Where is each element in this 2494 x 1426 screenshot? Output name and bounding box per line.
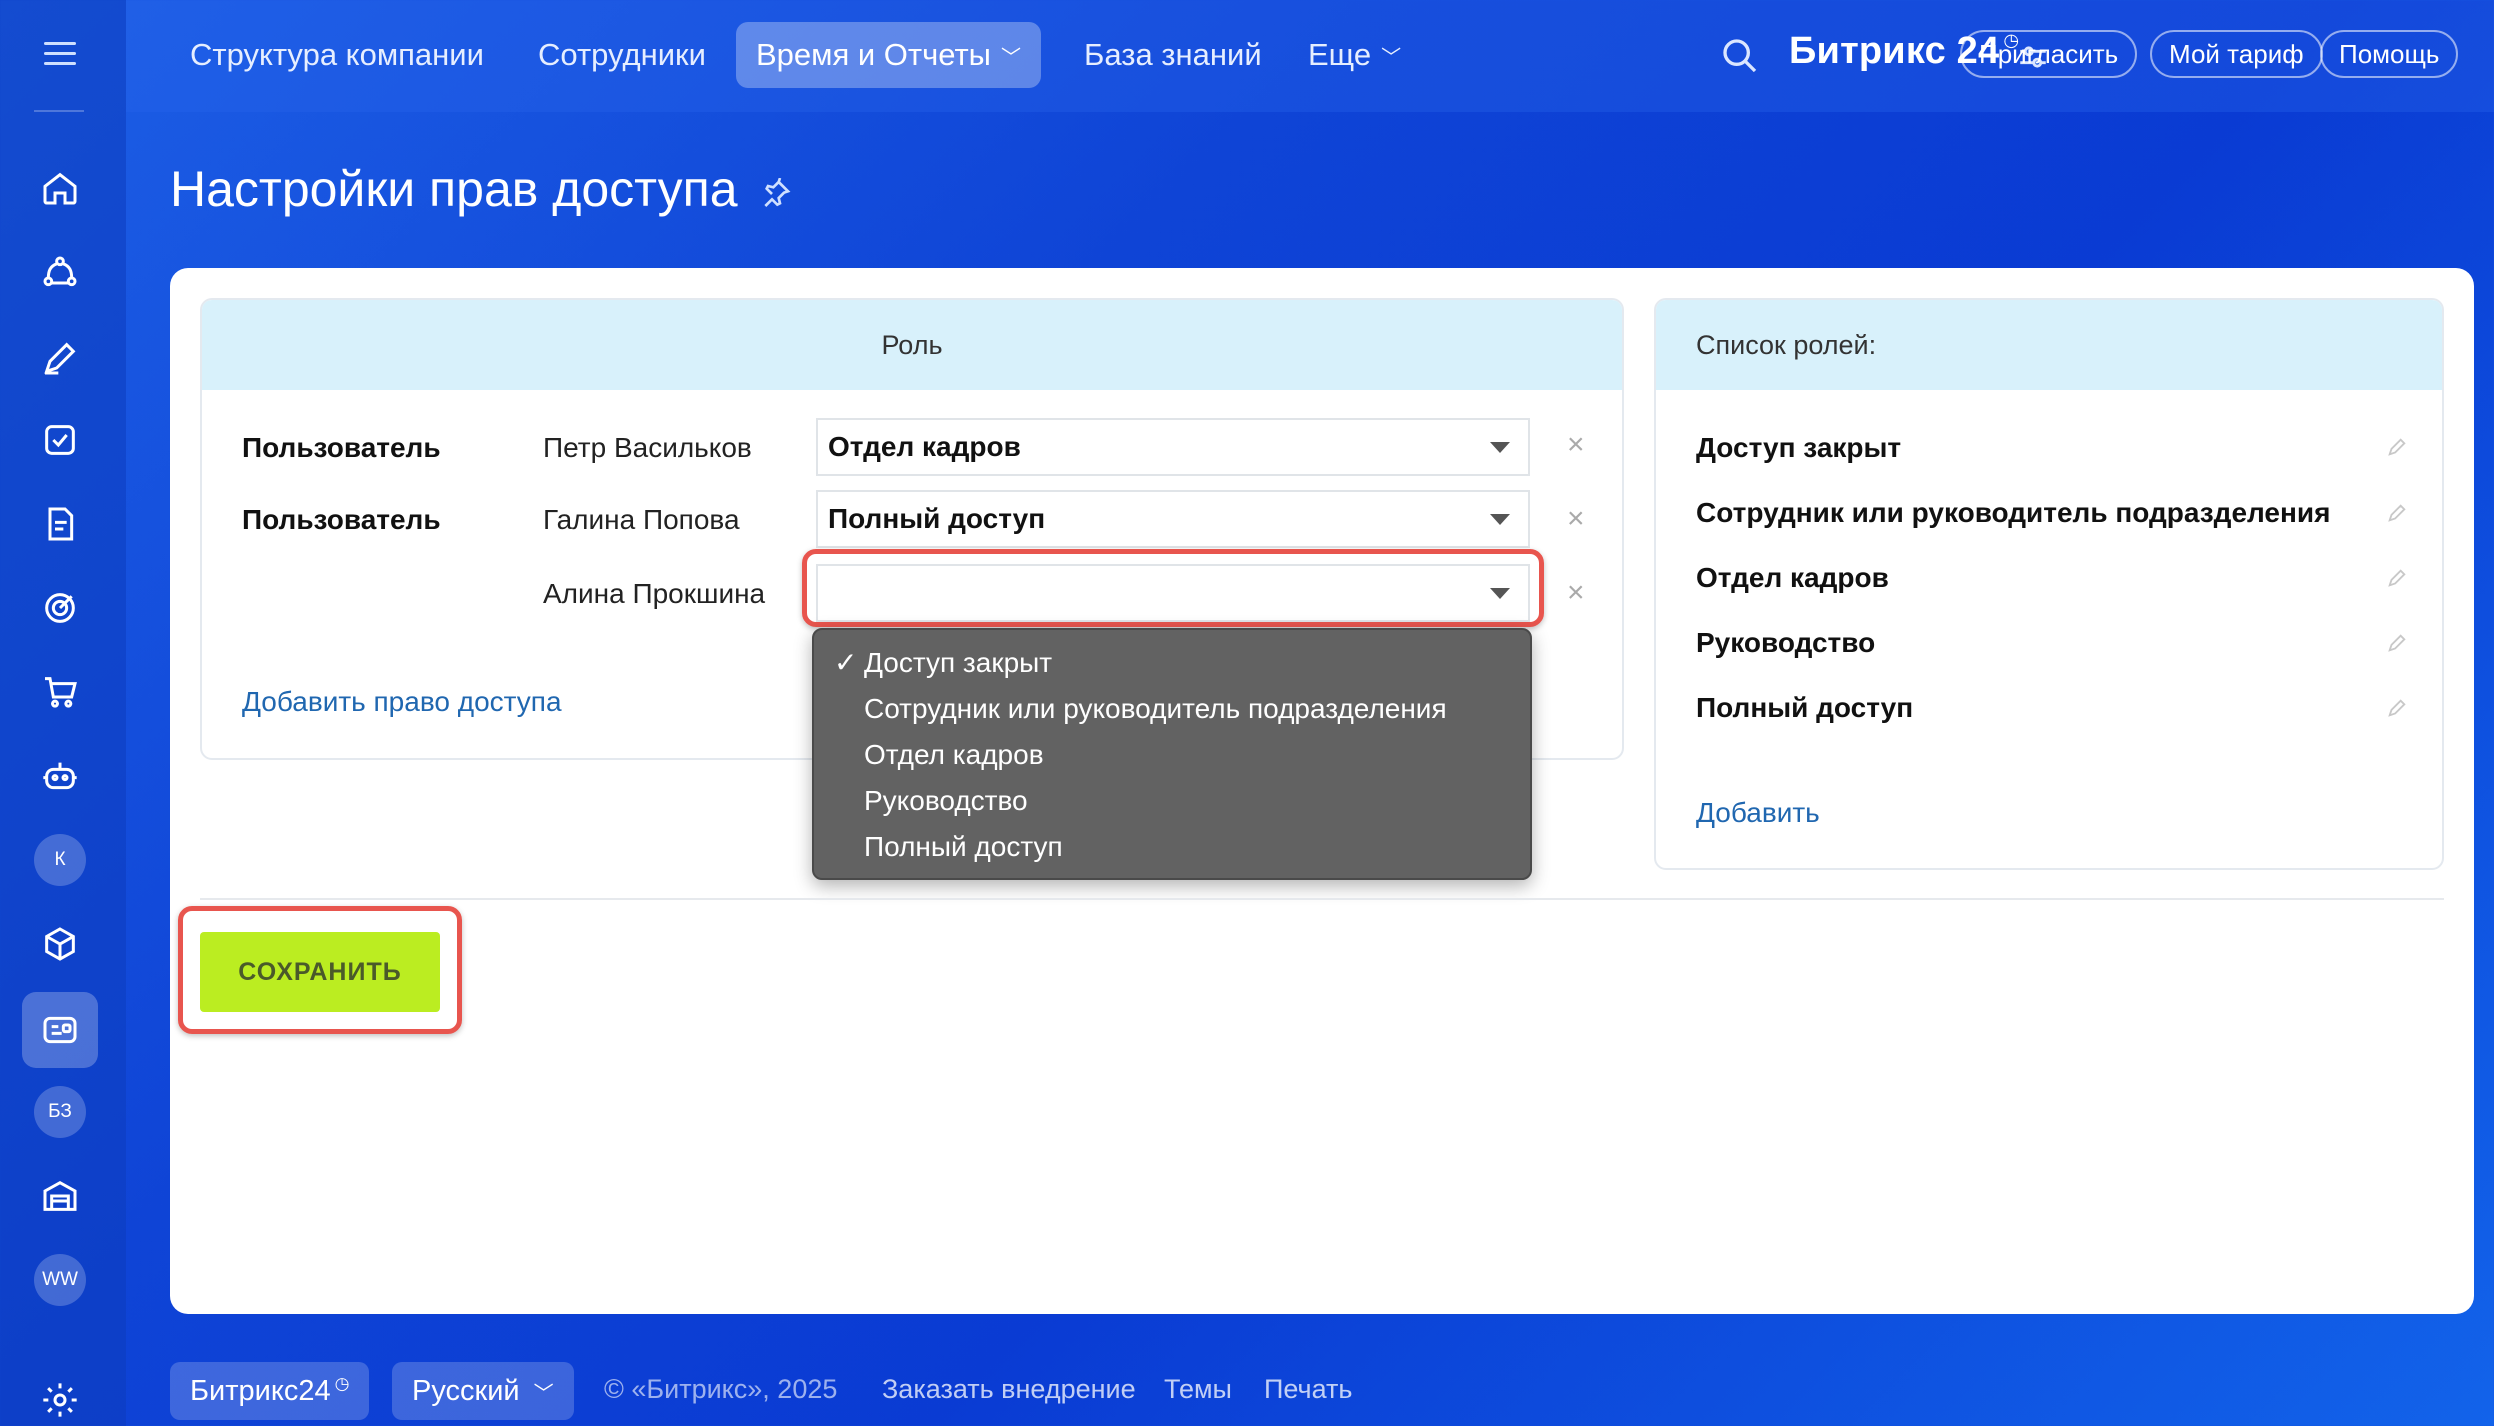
print-link[interactable]: Печать <box>1264 1374 1352 1405</box>
invite-button[interactable]: Пригласить <box>1960 30 2138 78</box>
help-button[interactable]: Помощь <box>2320 30 2459 78</box>
caret-down-icon <box>1490 442 1510 453</box>
caret-down-icon <box>1490 514 1510 525</box>
dropdown-option-label: Отдел кадров <box>864 739 1044 770</box>
package-icon[interactable] <box>32 916 88 972</box>
order-implementation-link[interactable]: Заказать внедрение <box>882 1374 1136 1405</box>
edit-pencil-icon[interactable] <box>2386 502 2408 524</box>
avatar-k[interactable]: К <box>34 834 86 886</box>
top-navigation: Структура компании Сотрудники Время и От… <box>126 0 2494 112</box>
robot-icon[interactable] <box>32 748 88 804</box>
panel-header-role: Роль <box>202 300 1622 390</box>
language-label: Русский <box>412 1374 520 1407</box>
shop-cart-icon[interactable] <box>32 664 88 720</box>
panel-header-role-list: Список ролей: <box>1656 300 2442 390</box>
add-access-right-link[interactable]: Добавить право доступа <box>242 686 562 718</box>
dropdown-option-label: Руководство <box>864 785 1028 816</box>
content-divider <box>200 898 2444 900</box>
nav-time-reports[interactable]: Время и Отчеты ﹀ <box>736 22 1041 88</box>
dropdown-option[interactable]: Отдел кадров <box>814 732 1530 778</box>
remove-row-button[interactable]: × <box>1567 576 1585 610</box>
copyright-text: © «Битрикс», 2025 <box>604 1374 838 1404</box>
dropdown-option-label: Доступ закрыт <box>864 647 1053 678</box>
nav-label: База знаний <box>1084 37 1262 72</box>
role-list-item[interactable]: Руководство <box>1696 627 1875 659</box>
edit-pencil-icon[interactable] <box>2386 567 2408 589</box>
chevron-down-icon: ﹀ <box>533 1382 554 1405</box>
sidebar-separator <box>34 110 84 112</box>
dropdown-option[interactable]: Полный доступ <box>814 824 1530 870</box>
warehouse-icon[interactable] <box>32 1168 88 1224</box>
search-icon[interactable] <box>1720 36 1760 76</box>
settings-gear-icon[interactable] <box>32 1372 88 1426</box>
dropdown-option[interactable]: ✓ Доступ закрыт <box>814 640 1530 686</box>
nav-label: Время и Отчеты <box>756 37 991 72</box>
edit-pencil-icon[interactable] <box>2386 436 2408 458</box>
role-select[interactable]: Полный доступ <box>816 490 1530 548</box>
chevron-down-icon: ﹀ <box>1381 46 1402 69</box>
page-title: Настройки прав доступа <box>170 161 738 217</box>
remove-row-button[interactable]: × <box>1567 428 1585 462</box>
role-list-item[interactable]: Полный доступ <box>1696 692 1913 724</box>
nav-label: Структура компании <box>190 37 484 72</box>
tasks-icon[interactable] <box>32 412 88 468</box>
role-select-value: Полный доступ <box>828 503 1046 534</box>
footer-brand-button[interactable]: Битрикс24 ◷ <box>170 1362 370 1420</box>
avatar-ww[interactable]: WW <box>34 1254 86 1306</box>
row-type-label: Пользователь <box>242 432 441 463</box>
remove-row-button[interactable]: × <box>1567 502 1585 536</box>
nav-label: Еще <box>1308 37 1372 72</box>
role-list-item[interactable]: Сотрудник или руководитель подразделения <box>1696 497 2330 529</box>
avatar-bz[interactable]: БЗ <box>34 1086 86 1138</box>
home-icon[interactable] <box>32 160 88 216</box>
crm-icon[interactable] <box>32 245 88 301</box>
nav-more[interactable]: Еще ﹀ <box>1288 22 1421 88</box>
my-tariff-button[interactable]: Мой тариф <box>2150 30 2323 78</box>
clock-icon: ◷ <box>334 1374 350 1393</box>
menu-burger-icon[interactable] <box>44 42 76 65</box>
chevron-down-icon: ﹀ <box>1000 46 1021 69</box>
dropdown-option-label: Полный доступ <box>864 831 1063 862</box>
documents-icon[interactable] <box>32 496 88 552</box>
highlight-frame-select <box>802 549 1544 627</box>
dropdown-option[interactable]: Руководство <box>814 778 1530 824</box>
row-user-name: Алина Прокшина <box>543 578 766 609</box>
language-select[interactable]: Русский ﹀ <box>392 1362 574 1420</box>
target-icon[interactable] <box>32 580 88 636</box>
row-user-name: Галина Попова <box>543 504 740 535</box>
nav-knowledge-base[interactable]: База знаний <box>1064 22 1282 88</box>
edit-pencil-icon[interactable] <box>2386 632 2408 654</box>
row-type-label: Пользователь <box>242 504 441 535</box>
nav-company-structure[interactable]: Структура компании <box>170 22 504 88</box>
sign-icon[interactable] <box>32 330 88 386</box>
footer-brand-text: Битрикс24 <box>190 1374 331 1407</box>
dropdown-option[interactable]: Сотрудник или руководитель подразделения <box>814 686 1530 732</box>
edit-pencil-icon[interactable] <box>2386 697 2408 719</box>
nav-label: Сотрудники <box>538 37 706 72</box>
role-select-value: Отдел кадров <box>828 431 1021 462</box>
time-reports-icon[interactable] <box>22 992 98 1068</box>
role-list-item[interactable]: Отдел кадров <box>1696 562 1889 594</box>
checkmark-icon: ✓ <box>834 647 858 678</box>
row-user-name: Петр Васильков <box>543 432 752 463</box>
role-select[interactable]: Отдел кадров <box>816 418 1530 476</box>
pin-icon[interactable] <box>760 178 792 210</box>
nav-employees[interactable]: Сотрудники <box>518 22 726 88</box>
panel-header-text: Список ролей: <box>1696 329 1877 360</box>
role-dropdown-menu: ✓ Доступ закрыт Сотрудник или руководител… <box>812 628 1532 880</box>
role-list-item[interactable]: Доступ закрыт <box>1696 432 1901 464</box>
themes-link[interactable]: Темы <box>1164 1374 1232 1405</box>
highlight-frame-save <box>178 906 462 1034</box>
left-sidebar: К БЗ WW <box>0 0 126 1426</box>
dropdown-option-label: Сотрудник или руководитель подразделения <box>864 693 1447 724</box>
panel-header-text: Роль <box>881 329 943 360</box>
add-role-link[interactable]: Добавить <box>1696 797 1820 829</box>
